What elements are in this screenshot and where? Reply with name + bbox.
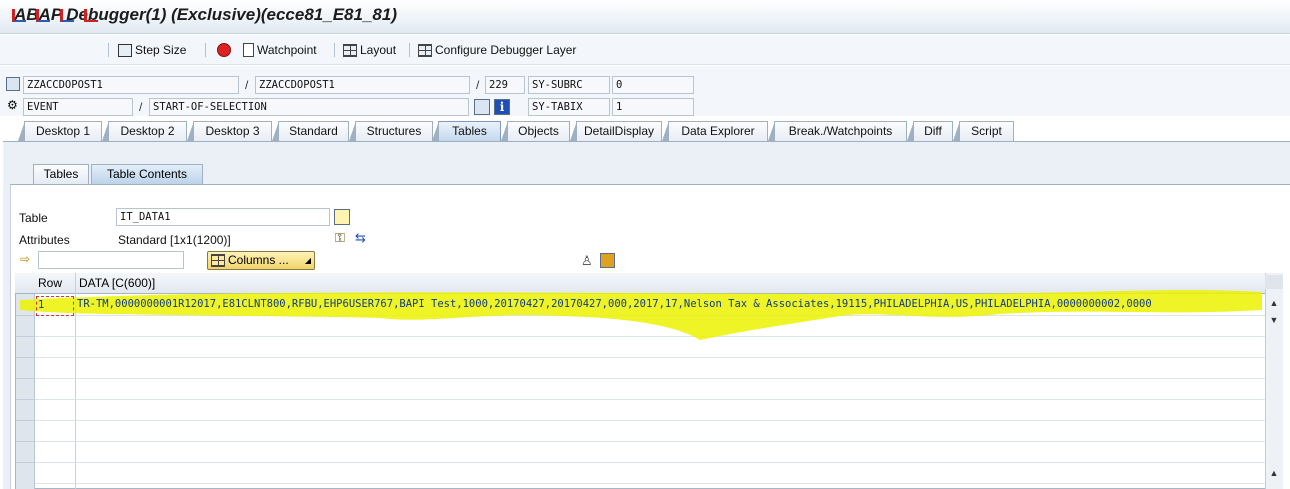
program-field[interactable]: ZZACCDOPOST1 <box>23 76 239 94</box>
row-selector-line <box>16 378 35 379</box>
tab-desktop-3[interactable]: Desktop 3 <box>187 121 272 141</box>
grid-row-line <box>35 399 1265 400</box>
scroll-up-bottom-icon[interactable]: ▲ <box>1265 466 1283 480</box>
toolbar-separator <box>108 43 109 57</box>
search-icon[interactable]: ♙ <box>581 253 593 269</box>
tab-desktop-1[interactable]: Desktop 1 <box>18 121 102 141</box>
layout-button[interactable]: Layout <box>343 41 396 59</box>
event-type-field[interactable]: EVENT <box>23 98 133 116</box>
configure-label: Configure Debugger Layer <box>435 43 577 57</box>
table-label: Table <box>19 211 48 225</box>
page-icon <box>243 43 254 57</box>
grid-row-line <box>35 357 1265 358</box>
watchpoint-button[interactable]: Watchpoint <box>243 41 317 59</box>
grid-row-line <box>35 462 1265 463</box>
save-icon[interactable] <box>600 253 615 268</box>
subtab-table-contents[interactable]: Table Contents <box>91 164 203 184</box>
return-icon <box>60 8 74 22</box>
row-selector-line <box>16 441 35 442</box>
sysvar-value-field-1[interactable]: 0 <box>612 76 694 94</box>
separator-slash: / <box>245 78 249 92</box>
step-size-button[interactable]: Step Size <box>118 41 186 59</box>
event-name-field[interactable]: START-OF-SELECTION <box>149 98 469 116</box>
toolbar-separator <box>334 43 335 57</box>
execute-button[interactable] <box>36 6 53 24</box>
single-step-icon <box>12 8 26 22</box>
data-cell[interactable]: TR-TM,0000000001R12017,E81CLNT800,RFBU,E… <box>77 298 1263 310</box>
single-step-button[interactable] <box>12 6 29 24</box>
scroll-down-icon[interactable]: ▼ <box>1265 313 1283 327</box>
toolbar-separator <box>205 43 206 57</box>
arrow-right-icon[interactable]: ⇨ <box>20 252 30 266</box>
tab-objects[interactable]: Objects <box>501 121 570 141</box>
toolbar-separator <box>409 43 410 57</box>
grid-row-line <box>35 441 1265 442</box>
dropdown-icon: ◢ <box>304 256 311 265</box>
tab-desktop-2[interactable]: Desktop 2 <box>102 121 187 141</box>
sysvar-name-field-1[interactable]: SY-SUBRC <box>528 76 610 94</box>
highlight-mark <box>20 290 1262 340</box>
columns-label: Columns ... <box>228 253 289 267</box>
attributes-value: Standard [1x1(1200)] <box>118 233 231 247</box>
grid-row-line <box>35 378 1265 379</box>
return-button[interactable] <box>60 6 77 24</box>
row-selector-line <box>16 462 35 463</box>
tab-detaildisplay[interactable]: DetailDisplay <box>570 121 662 141</box>
key-icon[interactable]: ⚿ <box>335 230 345 246</box>
separator-slash: / <box>476 78 480 92</box>
tab-tables[interactable]: Tables <box>432 121 501 141</box>
tab-script[interactable]: Script <box>953 121 1014 141</box>
tab-data-explorer[interactable]: Data Explorer <box>662 121 768 141</box>
attributes-label: Attributes <box>19 233 70 247</box>
title-bar: ABAP Debugger(1) (Exclusive)(ecce81_E81_… <box>0 0 1290 34</box>
filter-input[interactable] <box>38 251 184 269</box>
configure-icon <box>418 43 432 57</box>
table-display-icon[interactable] <box>334 209 350 225</box>
stop-button[interactable] <box>217 41 234 59</box>
layout-icon <box>343 43 357 57</box>
columns-icon <box>211 254 225 267</box>
step-size-icon <box>118 43 132 57</box>
tab-diff[interactable]: Diff <box>907 121 953 141</box>
event-icon: ⚙ <box>7 98 18 112</box>
stop-icon <box>217 43 231 57</box>
separator-slash: / <box>139 100 143 114</box>
execute-icon <box>36 8 50 22</box>
sysvar-name-field-2[interactable]: SY-TABIX <box>528 98 610 116</box>
continue-icon <box>84 8 98 22</box>
tab-structures[interactable]: Structures <box>349 121 433 141</box>
line-field[interactable]: 229 <box>485 76 525 94</box>
grid-row-line <box>35 483 1265 484</box>
tab-break-watchpoints[interactable]: Break./Watchpoints <box>768 121 907 141</box>
info-icon[interactable]: i <box>494 99 510 115</box>
sysvar-value-field-2[interactable]: 1 <box>612 98 694 116</box>
row-number-cell[interactable]: 1 <box>36 296 74 316</box>
step-size-label: Step Size <box>135 43 187 57</box>
navigate-icon[interactable] <box>474 99 490 115</box>
application-toolbar <box>0 35 1290 65</box>
continue-button[interactable] <box>84 6 101 24</box>
scrollbar-thumb[interactable] <box>1265 275 1283 289</box>
row-selector-line <box>16 420 35 421</box>
configure-debugger-layer-button[interactable]: Configure Debugger Layer <box>418 41 576 59</box>
watchpoint-label: Watchpoint <box>257 43 317 57</box>
columns-button[interactable]: Columns ... ◢ <box>207 251 315 270</box>
row-selector-line <box>16 399 35 400</box>
scroll-up-icon[interactable]: ▲ <box>1265 296 1283 310</box>
row-selector-line <box>16 357 35 358</box>
program-icon <box>6 77 20 91</box>
tab-standard[interactable]: Standard <box>272 121 349 141</box>
table-name-input[interactable]: IT_DATA1 <box>116 208 330 226</box>
grid-row-line <box>35 420 1265 421</box>
subtab-tables[interactable]: Tables <box>33 164 89 184</box>
layout-label: Layout <box>360 43 397 57</box>
include-field[interactable]: ZZACCDOPOST1 <box>255 76 470 94</box>
navigation-arrows-icon[interactable]: ⇆ <box>355 230 366 246</box>
